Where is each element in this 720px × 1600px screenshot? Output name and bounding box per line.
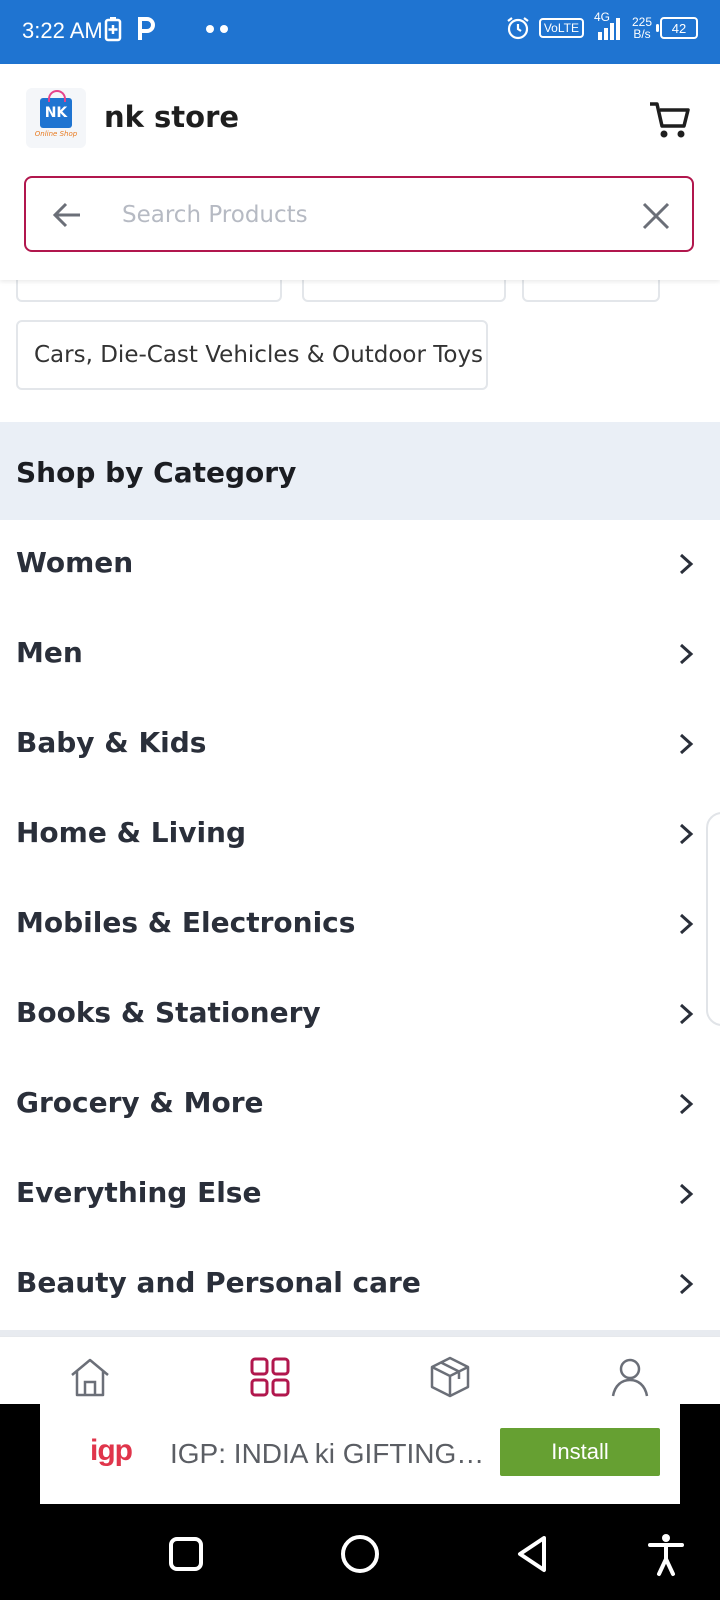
chevron-right-icon [679,1003,694,1025]
system-navigation-bar [0,1508,720,1600]
home-button-icon[interactable] [336,1530,384,1578]
network-speed-unit: B/s [633,27,651,41]
battery-indicator: 42 [656,17,698,39]
store-name: nk store [104,100,240,134]
search-input[interactable] [120,194,604,236]
category-item-mobiles-electronics[interactable]: Mobiles & Electronics [0,880,720,970]
category-item-women[interactable]: Women [0,520,720,610]
accessibility-icon[interactable] [642,1530,690,1578]
category-label: Everything Else [16,1176,262,1209]
home-icon[interactable] [68,1355,112,1399]
chevron-right-icon [679,1183,694,1205]
category-item-everything-else[interactable]: Everything Else [0,1150,720,1240]
signal-icon: 4G [592,10,624,42]
category-label: Women [16,546,134,579]
orders-icon[interactable] [428,1355,472,1399]
chevron-right-icon [679,733,694,755]
ad-banner[interactable]: igp IGP: INDIA ki GIFTING APP Install [40,1404,680,1504]
chevron-right-icon [679,913,694,935]
store-logo[interactable]: NK Online Shop [26,88,86,148]
bottom-navigation [0,1336,720,1405]
ad-container: igp IGP: INDIA ki GIFTING APP Install [0,1404,720,1508]
battery-saver-icon [104,17,122,42]
chevron-right-icon [679,1273,694,1295]
category-item-grocery-more[interactable]: Grocery & More [0,1060,720,1150]
ad-text: IGP: INDIA ki GIFTING APP [170,1438,490,1469]
category-label: Books & Stationery [16,996,321,1029]
side-drawer-handle[interactable] [706,812,720,1026]
categories-icon[interactable] [248,1355,292,1399]
network-speed: 225 B/s [632,16,652,40]
logo-text: NK [44,105,68,121]
account-icon[interactable] [608,1355,652,1399]
more-notifications-icon [206,25,228,33]
category-item-books-stationery[interactable]: Books & Stationery [0,970,720,1060]
category-label: Baby & Kids [16,726,207,759]
logo-bag-icon: NK [40,90,72,128]
section-title: Shop by Category [16,456,297,489]
battery-level: 42 [671,20,687,36]
status-bar: 3:22 AM VoLTE 4G 225 B/s 42 [0,0,720,64]
install-button[interactable]: Install [500,1428,660,1476]
chip-label: Cars, Die-Cast Vehicles & Outdoor Toys [34,342,484,368]
category-label: Men [16,636,83,669]
section-header: Shop by Category [0,422,720,520]
ad-brand-logo: igp [90,1434,133,1467]
category-label: Grocery & More [16,1086,264,1119]
back-icon[interactable] [510,1530,558,1578]
chevron-right-icon [679,553,694,575]
logo-subtext: Online Shop [34,130,78,138]
chip[interactable]: Cars, Die-Cast Vehicles & Outdoor Toys [16,320,488,390]
chevron-right-icon [679,823,694,845]
app-header: NK Online Shop nk store [0,64,720,280]
volte-badge: VoLTE [538,18,584,38]
category-item-home-living[interactable]: Home & Living [0,790,720,880]
cart-icon[interactable] [648,100,692,140]
status-time: 3:22 AM [22,18,103,43]
close-icon[interactable] [640,200,672,232]
category-item-men[interactable]: Men [0,610,720,700]
category-label: Home & Living [16,816,247,849]
status-right-icons: VoLTE 4G 225 B/s 42 [505,10,698,42]
parking-icon [138,17,155,40]
recents-icon[interactable] [162,1530,210,1578]
category-item-baby-kids[interactable]: Baby & Kids [0,700,720,790]
category-label: Mobiles & Electronics [16,906,356,939]
category-item-beauty-personal-care[interactable]: Beauty and Personal care [0,1240,720,1330]
category-list: Women Men Baby & Kids Home & Living Mobi… [0,520,720,1330]
arrow-left-icon[interactable] [50,200,86,230]
status-left-icons [104,16,230,42]
category-label: Beauty and Personal care [16,1266,421,1299]
alarm-icon [507,17,529,40]
search-bar[interactable] [24,176,694,252]
chevron-right-icon [679,1093,694,1115]
chevron-right-icon [679,643,694,665]
